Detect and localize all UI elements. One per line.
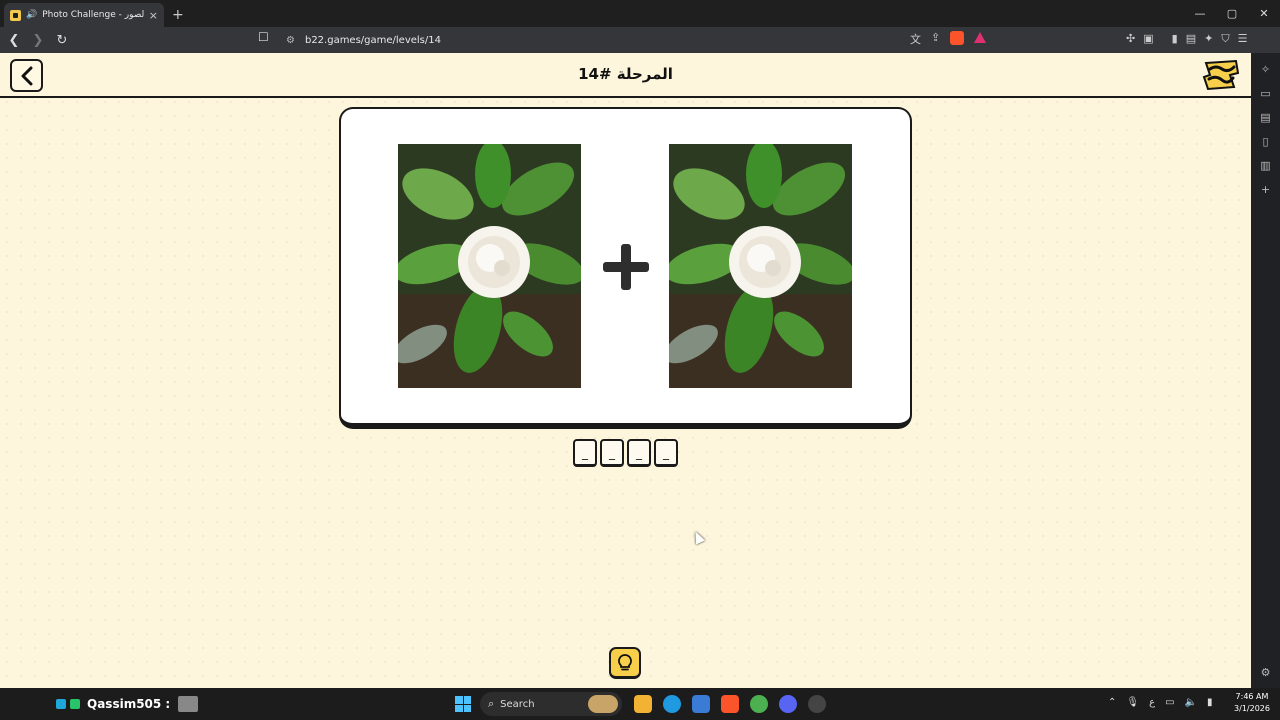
file-explorer-icon[interactable]: [634, 695, 652, 713]
site-favicon-icon: [10, 9, 21, 21]
game-logo[interactable]: [1200, 59, 1242, 91]
speaker-icon[interactable]: 🔊: [26, 10, 37, 20]
answer-slots: _ _ _ _: [573, 439, 678, 467]
chrome-icon[interactable]: [750, 695, 768, 713]
brave-icon[interactable]: [721, 695, 739, 713]
tray-overflow-icon[interactable]: ⌃: [1108, 697, 1116, 708]
tab-close-icon[interactable]: ×: [149, 9, 158, 22]
add-sidebar-item-icon[interactable]: +: [1261, 181, 1270, 197]
search-icon: ⌕: [488, 697, 495, 710]
tab-strip: 🔊 Photo Challenge - تحدي الصور × + — ▢ ✕: [0, 0, 1280, 27]
answer-slot-3[interactable]: _: [627, 439, 651, 467]
streamer-name: Qassim505 :: [87, 697, 171, 711]
leo-sidebar-icon[interactable]: ✧: [1261, 61, 1270, 77]
extensions-icon[interactable]: ✣: [1126, 32, 1135, 46]
platform-icon: [56, 699, 66, 709]
windows-start-icon[interactable]: [455, 696, 471, 712]
answer-slot-4[interactable]: _: [654, 439, 678, 467]
stream-overlay: Qassim505 :: [56, 696, 199, 712]
forward-nav-icon[interactable]: ❯: [28, 30, 48, 50]
discord-icon[interactable]: [779, 695, 797, 713]
bookmarks-sidebar-icon[interactable]: ▯: [1262, 133, 1268, 149]
clock-time: 7:46 AM: [1235, 692, 1269, 701]
answer-slot-2[interactable]: _: [600, 439, 624, 467]
back-nav-icon[interactable]: ❮: [4, 30, 24, 50]
site-info-icon[interactable]: ⚙: [286, 35, 295, 46]
system-tray: ⌃ 🎙 ع ▭ 🔈 ▮: [1108, 697, 1212, 708]
vpn-icon[interactable]: ⛉: [1221, 32, 1229, 46]
search-label: Search: [500, 698, 535, 710]
edge-icon[interactable]: [663, 695, 681, 713]
brave-shields-icon[interactable]: [950, 31, 965, 45]
tab-search-icon[interactable]: ▣: [1143, 32, 1153, 46]
level-title: المرحلة #14: [578, 65, 673, 83]
language-indicator[interactable]: ع: [1149, 697, 1155, 708]
tab-title: Photo Challenge - تحدي الصور: [42, 10, 144, 20]
bookmark-icon[interactable]: ☐: [258, 30, 269, 44]
reload-icon[interactable]: ↻: [52, 30, 72, 50]
browser-toolbar: ❮ ❯ ↻ ☐ ⚙ b22.games/game/levels/14 文 ⇪ ✣…: [0, 27, 1280, 53]
app-icon[interactable]: [808, 695, 826, 713]
close-window-button[interactable]: ✕: [1248, 0, 1280, 26]
menu-icon[interactable]: ☰: [1238, 32, 1248, 46]
taskbar-clock[interactable]: 7:46 AM 3/1/2026: [1228, 691, 1276, 715]
wallet-icon[interactable]: ▤: [1186, 32, 1196, 46]
sidebar-settings-icon[interactable]: ⚙: [1261, 664, 1271, 680]
translate-icon[interactable]: 文: [910, 31, 921, 47]
mouse-cursor: [690, 529, 706, 545]
network-icon[interactable]: ▭: [1165, 697, 1174, 708]
microphone-icon[interactable]: 🎙: [1126, 697, 1139, 708]
game-page: المرحلة #14 _ _ _ _: [0, 53, 1251, 688]
brave-rewards-icon[interactable]: [974, 32, 987, 43]
address-bar[interactable]: ⚙ b22.games/game/levels/14: [280, 29, 1000, 51]
answer-slot-1[interactable]: _: [573, 439, 597, 467]
reading-list-sidebar-icon[interactable]: ▥: [1260, 157, 1270, 173]
streamer-avatar: [178, 696, 199, 712]
browser-tab[interactable]: 🔊 Photo Challenge - تحدي الصور ×: [4, 3, 164, 27]
taskbar-search[interactable]: ⌕ Search: [480, 692, 622, 716]
hint-button[interactable]: [609, 647, 641, 679]
search-highlight-image: [588, 695, 618, 713]
media-sidebar-icon[interactable]: ▭: [1260, 85, 1270, 101]
sidebar-toggle-icon[interactable]: ▮: [1172, 32, 1178, 46]
game-header: المرحلة #14: [0, 53, 1251, 98]
puzzle-photo-right: [669, 144, 852, 388]
address-bar-actions: 文 ⇪: [910, 31, 987, 47]
battery-icon[interactable]: ▮: [1207, 697, 1213, 708]
url-text: b22.games/game/levels/14: [304, 34, 441, 46]
puzzle-photo-left: [398, 144, 581, 388]
lightbulb-icon: [618, 653, 632, 670]
leo-ai-icon[interactable]: ✦: [1204, 32, 1213, 46]
share-icon[interactable]: ⇪: [931, 31, 940, 47]
browser-sidebar: ✧ ▭ ▤ ▯ ▥ + ⚙: [1251, 53, 1280, 688]
platform-icon-2: [70, 699, 80, 709]
windows-taskbar: Qassim505 : ⌕ Search ⌃ 🎙 ع ▭ 🔈 ▮ 7:46 AM…: [0, 688, 1280, 720]
toolbar-extensions: ✣ ▣ ▮ ▤ ✦ ⛉ ☰: [1126, 32, 1247, 46]
wallet-sidebar-icon[interactable]: ▤: [1260, 109, 1270, 125]
taskbar-apps: [634, 695, 826, 713]
new-tab-button[interactable]: +: [172, 7, 184, 23]
volume-icon[interactable]: 🔈: [1185, 697, 1197, 708]
puzzle-card: [339, 107, 912, 429]
clock-date: 3/1/2026: [1234, 704, 1270, 713]
minimize-button[interactable]: —: [1184, 0, 1216, 26]
plus-icon: [603, 244, 649, 290]
store-icon[interactable]: [692, 695, 710, 713]
window-controls: — ▢ ✕: [1184, 0, 1280, 26]
maximize-button[interactable]: ▢: [1216, 0, 1248, 26]
